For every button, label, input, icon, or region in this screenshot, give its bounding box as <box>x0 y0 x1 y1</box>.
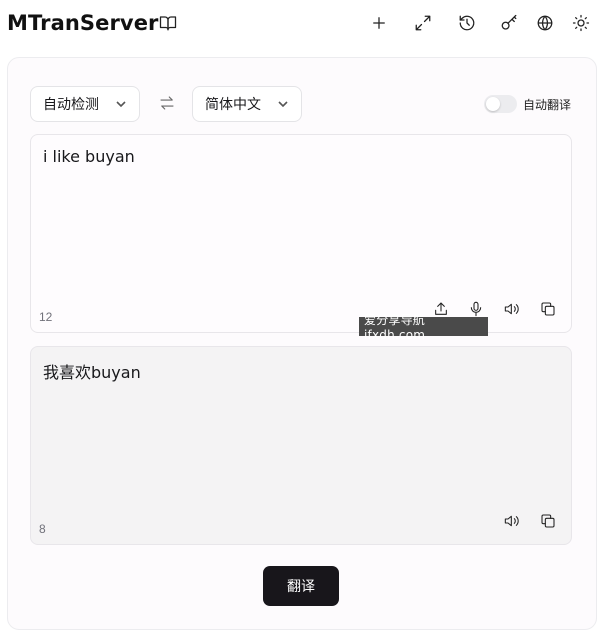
auto-translate-toggle[interactable] <box>484 95 517 113</box>
source-language-label: 自动检测 <box>43 97 99 113</box>
source-text[interactable]: i like buyan <box>43 147 135 166</box>
sun-icon[interactable] <box>570 12 592 34</box>
speaker-icon[interactable] <box>502 299 522 319</box>
top-bar: MTranServer <box>0 0 600 46</box>
globe-icon[interactable] <box>534 12 556 34</box>
copy-icon[interactable] <box>538 511 558 531</box>
target-language-label: 简体中文 <box>205 97 261 113</box>
app-title: MTranServer <box>7 11 159 35</box>
toggle-knob <box>486 97 500 111</box>
translated-text: 我喜欢buyan <box>43 363 141 382</box>
speaker-icon[interactable] <box>502 511 522 531</box>
chevron-down-icon <box>115 98 127 110</box>
swap-languages-button[interactable] <box>156 93 178 113</box>
target-text-panel: 我喜欢buyan 8 <box>30 346 572 545</box>
watermark: 爱分享导航 ifxdh.com <box>359 313 488 342</box>
expand-icon[interactable] <box>412 12 434 34</box>
key-icon[interactable] <box>498 12 520 34</box>
translate-button[interactable]: 翻译 <box>263 566 339 606</box>
auto-translate-label: 自动翻译 <box>523 98 572 112</box>
book-icon[interactable] <box>157 12 179 34</box>
swap-icon <box>160 96 174 110</box>
history-icon[interactable] <box>456 12 478 34</box>
source-char-count: 12 <box>39 310 53 324</box>
source-language-select[interactable]: 自动检测 <box>30 86 140 122</box>
target-language-select[interactable]: 简体中文 <box>192 86 302 122</box>
plus-icon[interactable] <box>368 12 390 34</box>
copy-icon[interactable] <box>538 299 558 319</box>
chevron-down-icon <box>277 98 289 110</box>
source-text-panel[interactable]: i like buyan 12 <box>30 134 572 333</box>
target-char-count: 8 <box>39 522 46 536</box>
